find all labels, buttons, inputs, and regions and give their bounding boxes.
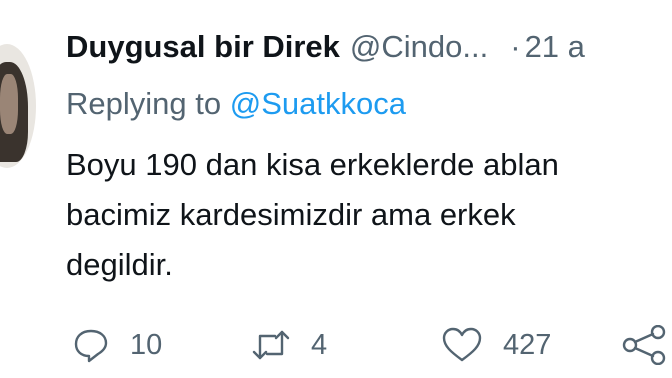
reply-button[interactable]: 10 [72,322,162,368]
replying-to-label: Replying to [66,86,222,121]
reply-count: 10 [130,328,163,361]
tweet-time[interactable]: 21 a [525,29,585,64]
tweet-header: Duygusal bir Direk @Cindo... · 21 a [66,27,672,67]
retweet-button[interactable]: 4 [251,322,327,368]
like-button[interactable]: 427 [441,322,551,368]
retweet-count: 4 [311,328,328,361]
reply-mention-link[interactable]: @Suatkkoca [230,86,406,121]
tweet-actions: 10 4 427 [0,322,672,368]
tweet-text-line: degildir. [66,247,173,282]
heart-icon [441,326,483,364]
retweet-icon [251,326,291,364]
author-handle[interactable]: @Cindo... [350,29,488,64]
share-icon [620,325,668,365]
avatar-face [0,74,18,134]
like-count: 427 [503,328,552,361]
share-button[interactable] [620,322,668,368]
replying-to: Replying to @Suatkkoca [66,84,406,124]
author-name[interactable]: Duygusal bir Direk [66,29,340,64]
separator-dot: · [510,29,521,64]
tweet-text: Boyu 190 dan kisa erkeklerde ablan bacim… [66,140,672,290]
tweet-text-line: Boyu 190 dan kisa erkeklerde ablan [66,147,559,182]
speech-bubble-icon [72,326,110,364]
author-avatar[interactable] [0,44,36,168]
tweet-text-line: bacimiz kardesimizdir ama erkek [66,197,516,232]
